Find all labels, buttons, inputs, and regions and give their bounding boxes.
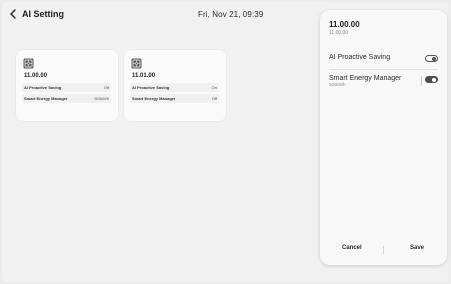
- setting-label: AI Proactive Saving: [329, 54, 391, 61]
- row-value: Off: [211, 96, 217, 101]
- toggle-knob: [431, 56, 437, 62]
- vertical-divider: [421, 76, 422, 86]
- page-title: AI Setting: [22, 9, 64, 19]
- ac-unit-icon: [131, 58, 142, 69]
- back-button[interactable]: AI Setting: [9, 9, 64, 19]
- cancel-button[interactable]: Cancel: [342, 245, 362, 251]
- toggle-knob: [431, 77, 437, 83]
- save-button[interactable]: Save: [410, 245, 424, 251]
- row-label: Smart Energy Manager: [24, 96, 68, 101]
- row-label: AI Proactive Saving: [24, 85, 62, 90]
- row-label: AI Proactive Saving: [132, 85, 170, 90]
- setting-label: Smart Energy Manager: [329, 75, 402, 82]
- setting-sublabel: 500kWh: [329, 82, 346, 87]
- chevron-left-icon: [10, 9, 16, 19]
- device-name: 11.00.00: [24, 73, 48, 79]
- row-value: Off: [103, 85, 109, 90]
- device-card[interactable]: 11.00.00 AI Proactive Saving Off Smart E…: [16, 50, 118, 121]
- device-card[interactable]: 11.01.00 AI Proactive Saving On Smart En…: [124, 50, 226, 121]
- row-label: Smart Energy Manager: [132, 96, 176, 101]
- card-row-smart-energy-manager: Smart Energy Manager Off: [130, 94, 219, 103]
- smart-energy-manager-toggle[interactable]: [425, 76, 438, 83]
- ac-unit-icon: [23, 58, 34, 69]
- card-row-ai-proactive-saving: AI Proactive Saving On: [130, 83, 219, 92]
- settings-panel: 11.00.00 11.00.00 AI Proactive Saving Sm…: [320, 10, 447, 265]
- device-name: 11.01.00: [132, 73, 156, 79]
- setting-ai-proactive-saving[interactable]: AI Proactive Saving: [320, 48, 447, 70]
- row-value: 500kWh: [94, 96, 109, 101]
- card-row-ai-proactive-saving: AI Proactive Saving Off: [22, 83, 111, 92]
- screen: AI Setting Fri, Nov 21, 09:39 11.00.00 A…: [0, 0, 451, 284]
- row-value: On: [211, 85, 217, 90]
- panel-title: 11.00.00: [329, 20, 360, 29]
- panel-footer: Cancel Save: [320, 239, 447, 265]
- ai-proactive-saving-toggle[interactable]: [425, 55, 438, 62]
- card-row-smart-energy-manager: Smart Energy Manager 500kWh: [22, 94, 111, 103]
- setting-smart-energy-manager[interactable]: Smart Energy Manager 500kWh: [320, 70, 447, 96]
- panel-subtitle: 11.00.00: [329, 30, 349, 36]
- footer-divider: [383, 246, 384, 254]
- datetime-display: Fri, Nov 21, 09:39: [198, 10, 264, 19]
